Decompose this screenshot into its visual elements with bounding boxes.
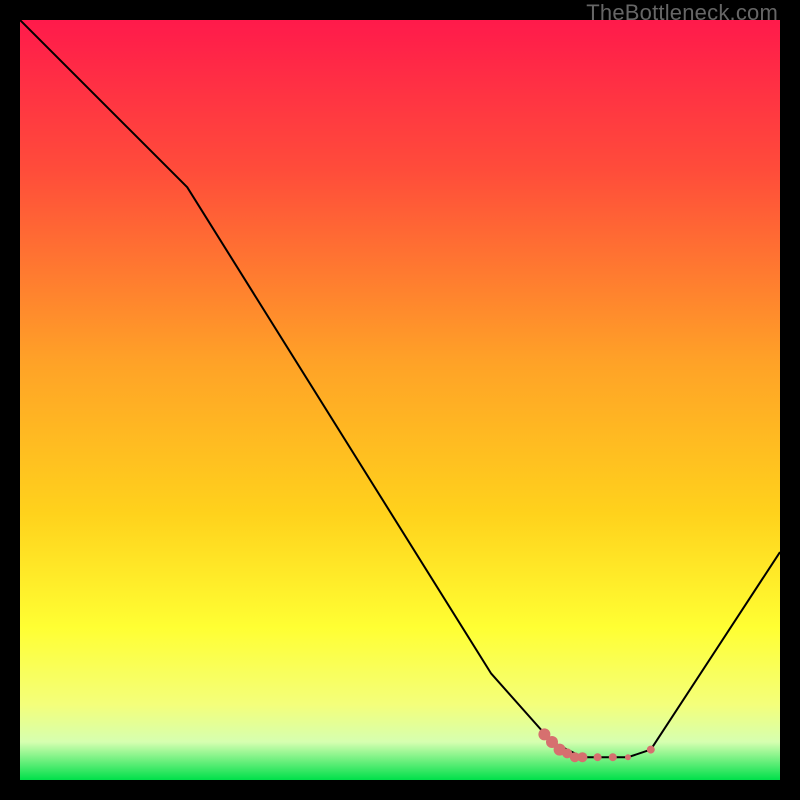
sweet-spot-point — [594, 753, 602, 761]
sweet-spot-point — [647, 746, 655, 754]
sweet-spot-point — [577, 752, 587, 762]
sweet-spot-point — [625, 754, 631, 760]
bottleneck-chart — [20, 20, 780, 780]
chart-frame — [20, 20, 780, 780]
sweet-spot-point — [609, 753, 617, 761]
